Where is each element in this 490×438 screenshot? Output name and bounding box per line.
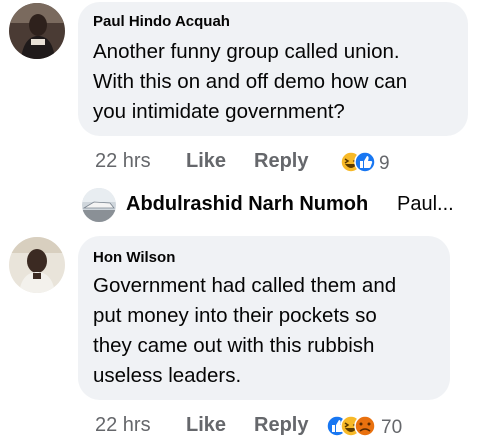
reaction-count: 9 xyxy=(379,153,390,174)
comment-line: With this on and off demo how can xyxy=(93,70,408,93)
comment-author[interactable]: Paul Hindo Acquah xyxy=(93,13,230,30)
comment-timestamp[interactable]: 22 hrs xyxy=(95,414,151,437)
reply-button[interactable]: Reply xyxy=(254,150,308,173)
comment-line: useless leaders. xyxy=(93,364,242,387)
reply-snippet[interactable]: Paul... xyxy=(397,193,454,216)
comment-line: put money into their pockets so xyxy=(93,304,377,327)
reaction-summary[interactable]: 70 xyxy=(326,414,426,438)
comment-line: they came out with this rubbish xyxy=(93,334,375,357)
reply-author[interactable]: Abdulrashid Narh Numoh xyxy=(126,193,368,216)
comment-line: you intimidate government? xyxy=(93,100,345,123)
like-button[interactable]: Like xyxy=(186,150,226,173)
comment-timestamp[interactable]: 22 hrs xyxy=(95,150,151,173)
comment-author[interactable]: Hon Wilson xyxy=(93,249,175,266)
comment-line: Another funny group called union. xyxy=(93,40,400,63)
sad-icon xyxy=(354,415,376,437)
reaction-summary[interactable]: 9 xyxy=(340,150,400,174)
reply-button[interactable]: Reply xyxy=(254,414,308,437)
avatar-abdulrashid[interactable] xyxy=(82,188,116,222)
like-button[interactable]: Like xyxy=(186,414,226,437)
comment-text: Government had called them and put money… xyxy=(93,271,396,391)
avatar-hon-wilson[interactable] xyxy=(9,237,65,293)
comment-text: Another funny group called union. With t… xyxy=(93,37,407,127)
reaction-count: 70 xyxy=(381,417,402,438)
comment-line: Government had called them and xyxy=(93,274,397,297)
avatar-paul-hindo-acquah[interactable] xyxy=(9,3,65,59)
like-icon xyxy=(354,151,376,173)
